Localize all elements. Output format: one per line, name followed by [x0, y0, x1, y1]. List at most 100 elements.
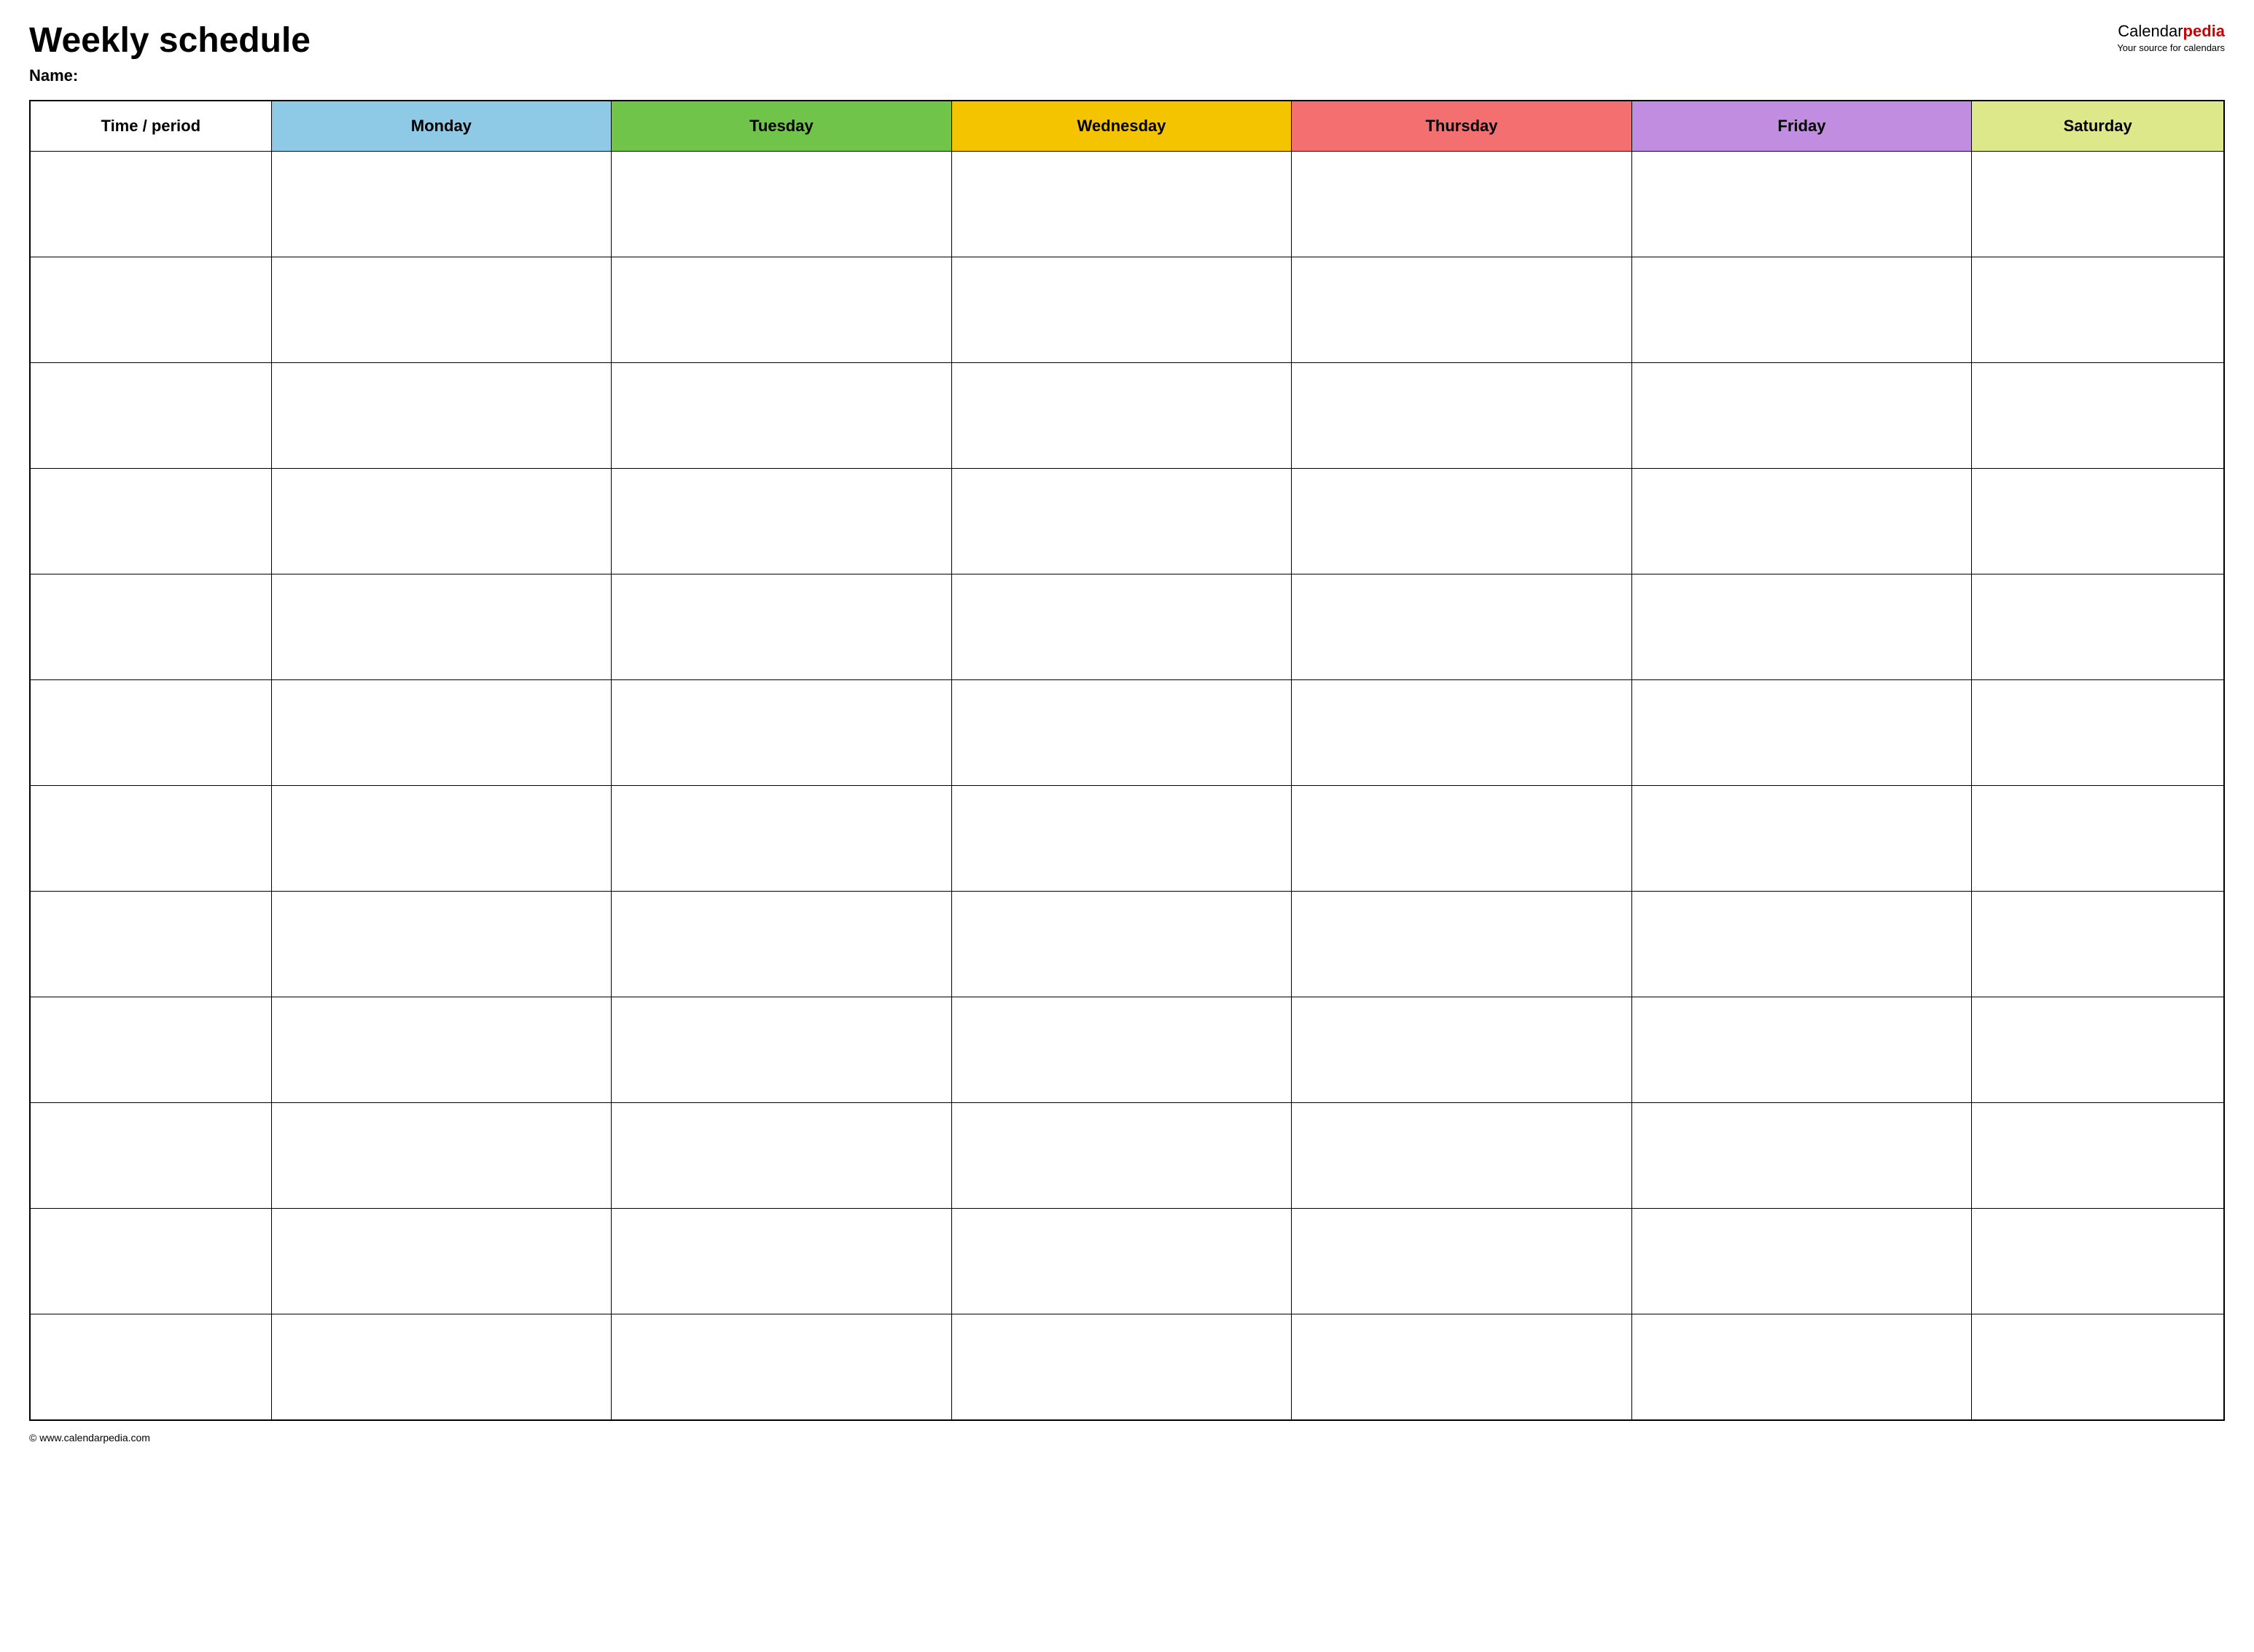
schedule-cell[interactable] [612, 363, 952, 469]
col-header-friday: Friday [1631, 101, 1972, 152]
schedule-cell[interactable] [1292, 152, 1632, 257]
schedule-cell[interactable] [612, 786, 952, 892]
schedule-cell[interactable] [951, 152, 1292, 257]
title-section: Weekly schedule Name: [29, 22, 2102, 85]
time-cell[interactable] [30, 1314, 271, 1420]
schedule-cell[interactable] [1631, 1103, 1972, 1209]
col-header-tuesday: Tuesday [612, 101, 952, 152]
time-cell[interactable] [30, 1209, 271, 1314]
name-label: Name: [29, 66, 2102, 85]
table-row [30, 786, 2224, 892]
schedule-cell[interactable] [1972, 786, 2224, 892]
schedule-cell[interactable] [1292, 1103, 1632, 1209]
time-cell[interactable] [30, 574, 271, 680]
schedule-cell[interactable] [1292, 680, 1632, 786]
schedule-cell[interactable] [271, 1103, 612, 1209]
table-header-row: Time / period Monday Tuesday Wednesday T… [30, 101, 2224, 152]
weekly-schedule-table: Time / period Monday Tuesday Wednesday T… [29, 100, 2225, 1421]
schedule-cell[interactable] [1972, 363, 2224, 469]
schedule-cell[interactable] [271, 152, 612, 257]
schedule-cell[interactable] [1292, 892, 1632, 997]
schedule-cell[interactable] [271, 680, 612, 786]
schedule-cell[interactable] [271, 363, 612, 469]
schedule-cell[interactable] [612, 1314, 952, 1420]
schedule-cell[interactable] [1972, 574, 2224, 680]
schedule-cell[interactable] [612, 574, 952, 680]
time-cell[interactable] [30, 152, 271, 257]
schedule-cell[interactable] [612, 1103, 952, 1209]
schedule-cell[interactable] [1972, 680, 2224, 786]
schedule-cell[interactable] [1631, 1209, 1972, 1314]
table-row [30, 1103, 2224, 1209]
time-cell[interactable] [30, 363, 271, 469]
schedule-cell[interactable] [271, 892, 612, 997]
schedule-cell[interactable] [951, 469, 1292, 574]
schedule-cell[interactable] [1292, 574, 1632, 680]
schedule-cell[interactable] [1292, 786, 1632, 892]
schedule-cell[interactable] [612, 469, 952, 574]
schedule-cell[interactable] [1292, 257, 1632, 363]
schedule-cell[interactable] [1972, 257, 2224, 363]
schedule-cell[interactable] [271, 997, 612, 1103]
schedule-cell[interactable] [1972, 1209, 2224, 1314]
schedule-cell[interactable] [1972, 152, 2224, 257]
schedule-cell[interactable] [951, 574, 1292, 680]
schedule-cell[interactable] [951, 680, 1292, 786]
schedule-cell[interactable] [1631, 152, 1972, 257]
time-cell[interactable] [30, 680, 271, 786]
schedule-cell[interactable] [612, 152, 952, 257]
time-cell[interactable] [30, 892, 271, 997]
schedule-cell[interactable] [271, 786, 612, 892]
schedule-cell[interactable] [951, 997, 1292, 1103]
schedule-cell[interactable] [271, 469, 612, 574]
schedule-cell[interactable] [1631, 469, 1972, 574]
col-header-monday: Monday [271, 101, 612, 152]
schedule-cell[interactable] [951, 363, 1292, 469]
schedule-cell[interactable] [1292, 469, 1632, 574]
schedule-cell[interactable] [1972, 1314, 2224, 1420]
schedule-cell[interactable] [1972, 1103, 2224, 1209]
schedule-cell[interactable] [951, 1314, 1292, 1420]
page-header: Weekly schedule Name: Calendarpedia Your… [29, 22, 2225, 85]
page-title: Weekly schedule [29, 22, 2102, 61]
schedule-cell[interactable] [951, 257, 1292, 363]
schedule-cell[interactable] [612, 892, 952, 997]
time-cell[interactable] [30, 786, 271, 892]
schedule-cell[interactable] [1972, 469, 2224, 574]
schedule-cell[interactable] [271, 1209, 612, 1314]
schedule-cell[interactable] [1631, 997, 1972, 1103]
schedule-cell[interactable] [1972, 997, 2224, 1103]
time-cell[interactable] [30, 257, 271, 363]
schedule-cell[interactable] [1631, 680, 1972, 786]
schedule-cell[interactable] [612, 680, 952, 786]
schedule-cell[interactable] [1292, 1209, 1632, 1314]
schedule-cell[interactable] [951, 786, 1292, 892]
schedule-cell[interactable] [271, 574, 612, 680]
schedule-cell[interactable] [1631, 363, 1972, 469]
time-cell[interactable] [30, 469, 271, 574]
table-row [30, 1209, 2224, 1314]
schedule-cell[interactable] [1292, 363, 1632, 469]
schedule-cell[interactable] [1631, 892, 1972, 997]
logo-tagline: Your source for calendars [2117, 42, 2225, 53]
schedule-cell[interactable] [612, 257, 952, 363]
schedule-cell[interactable] [1631, 257, 1972, 363]
schedule-cell[interactable] [1292, 1314, 1632, 1420]
schedule-cell[interactable] [1631, 574, 1972, 680]
time-cell[interactable] [30, 1103, 271, 1209]
schedule-cell[interactable] [1631, 786, 1972, 892]
table-row [30, 152, 2224, 257]
schedule-cell[interactable] [271, 257, 612, 363]
schedule-cell[interactable] [612, 997, 952, 1103]
schedule-cell[interactable] [1972, 892, 2224, 997]
schedule-cell[interactable] [951, 1103, 1292, 1209]
time-cell[interactable] [30, 997, 271, 1103]
table-row [30, 1314, 2224, 1420]
schedule-cell[interactable] [271, 1314, 612, 1420]
schedule-cell[interactable] [951, 892, 1292, 997]
schedule-cell[interactable] [1631, 1314, 1972, 1420]
schedule-cell[interactable] [612, 1209, 952, 1314]
schedule-body [30, 152, 2224, 1420]
schedule-cell[interactable] [951, 1209, 1292, 1314]
schedule-cell[interactable] [1292, 997, 1632, 1103]
